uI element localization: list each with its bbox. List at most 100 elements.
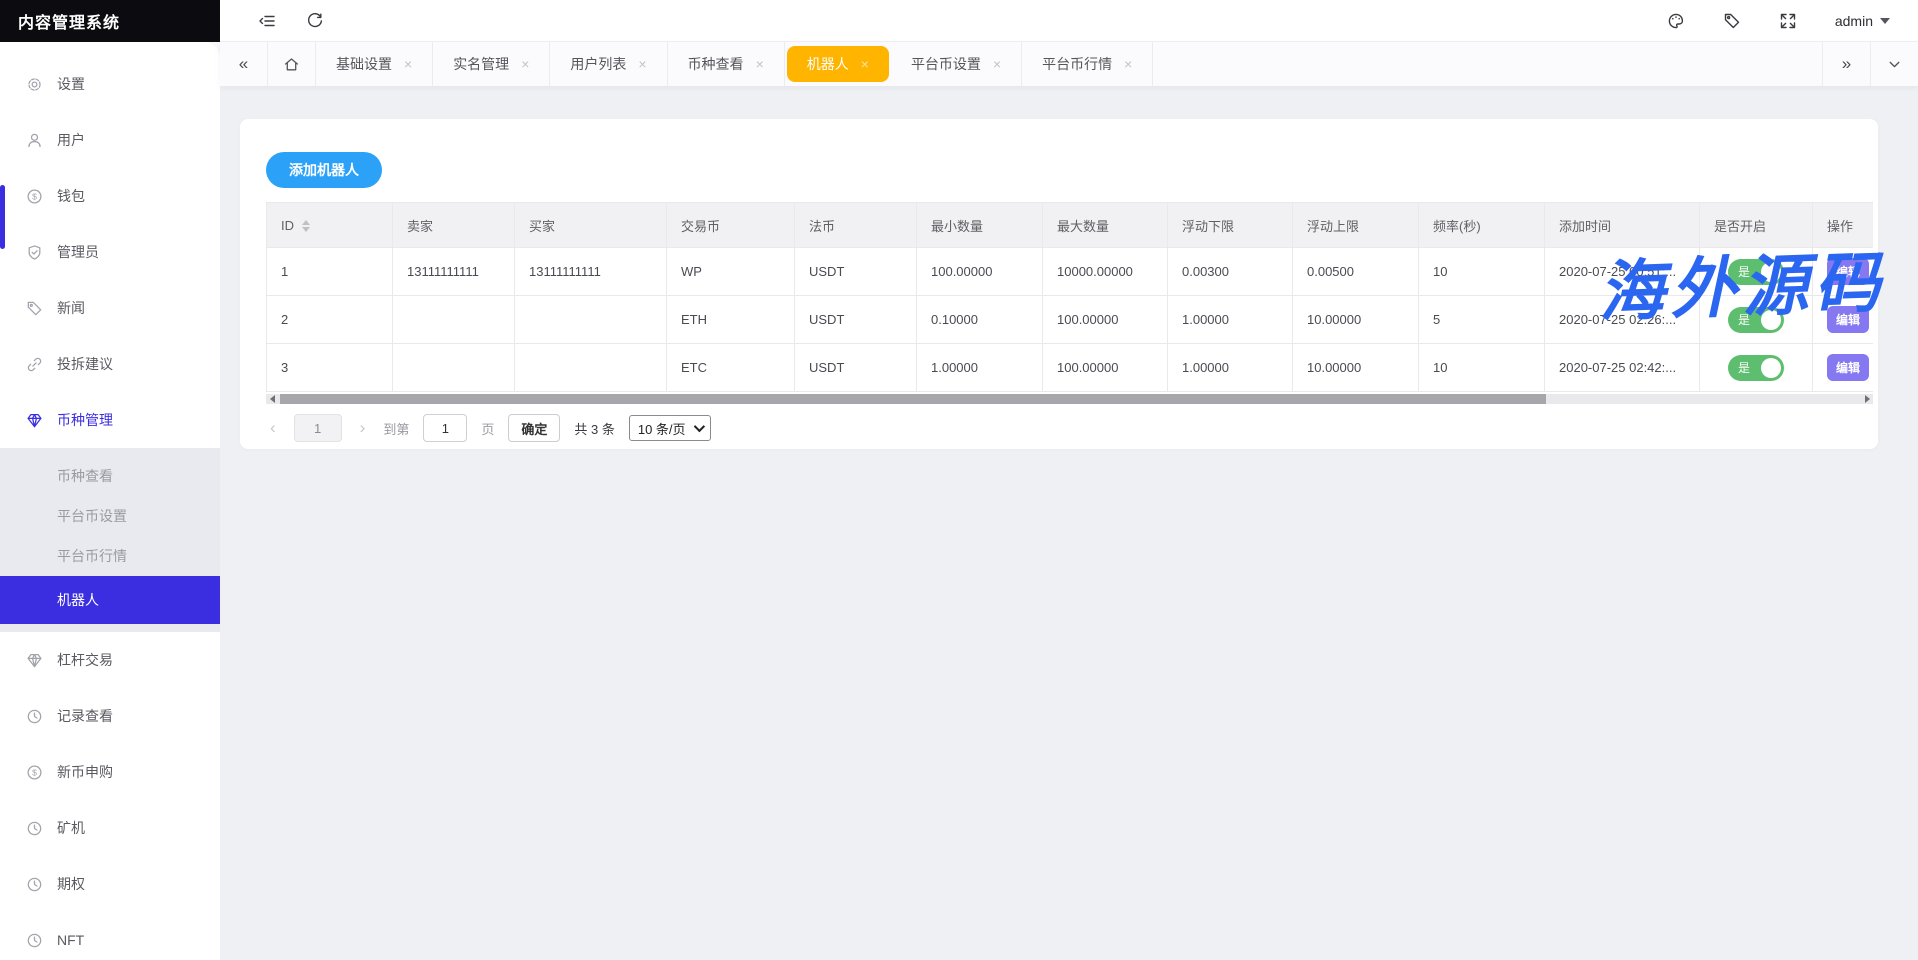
current-page[interactable]: 1 bbox=[294, 414, 342, 442]
cell-trade-coin: ETC bbox=[667, 344, 795, 392]
palette-icon[interactable] bbox=[1667, 12, 1685, 30]
submenu-item-coin-view[interactable]: 币种查看 bbox=[0, 456, 220, 496]
sidebar-item-settings[interactable]: 设置 bbox=[0, 56, 220, 112]
tab-coin-view[interactable]: 币种查看 × bbox=[668, 42, 785, 86]
close-icon[interactable]: × bbox=[521, 56, 529, 72]
tab-label: 平台币行情 bbox=[1042, 54, 1112, 74]
clock-icon bbox=[26, 876, 43, 893]
expand-tabs-icon[interactable]: » bbox=[1822, 42, 1870, 86]
user-menu[interactable]: admin bbox=[1835, 13, 1890, 29]
scrollbar-thumb[interactable] bbox=[280, 394, 1546, 404]
toggle-knob bbox=[1761, 358, 1781, 378]
gear-icon bbox=[26, 76, 43, 93]
sidebar-item-wallet[interactable]: $ 钱包 bbox=[0, 168, 220, 224]
tab-platform-coin-settings[interactable]: 平台币设置 × bbox=[891, 42, 1022, 86]
page-size-select[interactable]: 10 条/页 bbox=[629, 415, 711, 441]
close-icon[interactable]: × bbox=[404, 56, 412, 72]
sidebar-item-nft[interactable]: NFT bbox=[0, 912, 220, 960]
edit-button[interactable]: 编辑 bbox=[1827, 258, 1869, 285]
robot-list-card: 添加机器人 ID bbox=[240, 119, 1878, 449]
sidebar-item-label: 币种管理 bbox=[57, 410, 113, 430]
content-area: 海外源码 添加机器人 ID bbox=[220, 86, 1918, 960]
cell-added-time: 2020-07-25 02:26:... bbox=[1545, 296, 1700, 344]
submenu-item-platform-coin-market[interactable]: 平台币行情 bbox=[0, 536, 220, 576]
tag-icon[interactable] bbox=[1723, 12, 1741, 30]
add-robot-button[interactable]: 添加机器人 bbox=[266, 152, 382, 188]
sidebar-item-admins[interactable]: 管理员 bbox=[0, 224, 220, 280]
close-icon[interactable]: × bbox=[993, 56, 1001, 72]
sidebar-item-records[interactable]: 记录查看 bbox=[0, 688, 220, 744]
sidebar-item-miner[interactable]: 矿机 bbox=[0, 800, 220, 856]
cell-fiat: USDT bbox=[795, 344, 917, 392]
next-page-icon[interactable]: › bbox=[356, 418, 370, 438]
sidebar-item-new-coin[interactable]: $ 新币申购 bbox=[0, 744, 220, 800]
edit-button[interactable]: 编辑 bbox=[1827, 354, 1869, 381]
caret-down-icon bbox=[1880, 18, 1890, 24]
tab-robot[interactable]: 机器人 × bbox=[787, 46, 889, 82]
robot-table: ID 卖家 买家 交易币 法币 最小数量 最大数量 浮动下限 浮动上限 频率( bbox=[266, 202, 1873, 392]
refresh-icon[interactable] bbox=[306, 12, 324, 30]
dollar-circle-icon: $ bbox=[26, 188, 43, 205]
goto-prefix-label: 到第 bbox=[383, 419, 409, 438]
col-fiat: 法币 bbox=[795, 203, 917, 248]
submenu-item-platform-coin-settings[interactable]: 平台币设置 bbox=[0, 496, 220, 536]
col-trade-coin: 交易币 bbox=[667, 203, 795, 248]
enabled-toggle[interactable]: 是 bbox=[1728, 259, 1784, 285]
tab-platform-coin-market[interactable]: 平台币行情 × bbox=[1022, 42, 1153, 86]
col-id[interactable]: ID bbox=[267, 203, 393, 248]
sort-icon[interactable] bbox=[302, 220, 310, 232]
close-icon[interactable]: × bbox=[756, 56, 764, 72]
col-max: 最大数量 bbox=[1043, 203, 1168, 248]
sidebar-item-options[interactable]: 期权 bbox=[0, 856, 220, 912]
cell-frequency: 10 bbox=[1419, 248, 1545, 296]
close-icon[interactable]: × bbox=[638, 56, 646, 72]
scroll-right-icon[interactable] bbox=[1861, 394, 1873, 404]
username: admin bbox=[1835, 13, 1873, 29]
close-icon[interactable]: × bbox=[861, 56, 869, 72]
close-icon[interactable]: × bbox=[1124, 56, 1132, 72]
tab-label: 用户列表 bbox=[570, 54, 626, 74]
tab-label: 平台币设置 bbox=[911, 54, 981, 74]
svg-text:$: $ bbox=[32, 767, 37, 777]
sidebar-item-leverage[interactable]: 杠杆交易 bbox=[0, 632, 220, 688]
prev-page-icon[interactable]: ‹ bbox=[266, 418, 280, 438]
goto-page-input[interactable] bbox=[423, 414, 467, 442]
confirm-button[interactable]: 确定 bbox=[508, 414, 560, 442]
sidebar-item-label: 记录查看 bbox=[57, 706, 113, 726]
sidebar-item-label: NFT bbox=[57, 932, 84, 948]
cell-float-min: 0.00300 bbox=[1168, 248, 1293, 296]
submenu-item-robot[interactable]: 机器人 bbox=[0, 576, 220, 624]
sidebar-item-news[interactable]: 新闻 bbox=[0, 280, 220, 336]
sidebar: 设置 用户 $ 钱包 管理员 新闻 投拆建议 bbox=[0, 42, 220, 960]
chevron-down-icon[interactable] bbox=[1870, 42, 1918, 86]
enabled-toggle[interactable]: 是 bbox=[1728, 355, 1784, 381]
sidebar-item-coin-management[interactable]: 币种管理 bbox=[0, 392, 220, 448]
coin-management-submenu: 币种查看 平台币设置 平台币行情 机器人 bbox=[0, 448, 220, 632]
enabled-toggle[interactable]: 是 bbox=[1728, 307, 1784, 333]
tab-user-list[interactable]: 用户列表 × bbox=[550, 42, 667, 86]
clock-icon bbox=[26, 708, 43, 725]
sidebar-item-users[interactable]: 用户 bbox=[0, 112, 220, 168]
pagination: ‹ 1 › 到第 页 确定 共 3 条 10 条/页 bbox=[266, 414, 1872, 442]
cell-float-max: 0.00500 bbox=[1293, 248, 1419, 296]
cell-float-max: 10.00000 bbox=[1293, 296, 1419, 344]
col-float-min: 浮动下限 bbox=[1168, 203, 1293, 248]
collapse-tabs-icon[interactable]: « bbox=[220, 42, 268, 86]
tab-basic-settings[interactable]: 基础设置 × bbox=[316, 42, 433, 86]
sidebar-item-label: 矿机 bbox=[57, 818, 85, 838]
cell-fiat: USDT bbox=[795, 248, 917, 296]
horizontal-scrollbar[interactable] bbox=[266, 394, 1873, 404]
home-icon[interactable] bbox=[268, 42, 316, 86]
shield-check-icon bbox=[26, 244, 43, 261]
menu-fold-icon[interactable] bbox=[258, 12, 276, 30]
cell-min: 0.10000 bbox=[917, 296, 1043, 344]
fullscreen-icon[interactable] bbox=[1779, 12, 1797, 30]
edit-button[interactable]: 编辑 bbox=[1827, 306, 1869, 333]
sidebar-item-feedback[interactable]: 投拆建议 bbox=[0, 336, 220, 392]
user-icon bbox=[26, 132, 43, 149]
chevron-down-icon bbox=[693, 421, 704, 432]
tab-realname-management[interactable]: 实名管理 × bbox=[433, 42, 550, 86]
app-title: 内容管理系统 bbox=[0, 0, 220, 42]
scroll-left-icon[interactable] bbox=[266, 394, 278, 404]
cell-id: 2 bbox=[267, 296, 393, 344]
